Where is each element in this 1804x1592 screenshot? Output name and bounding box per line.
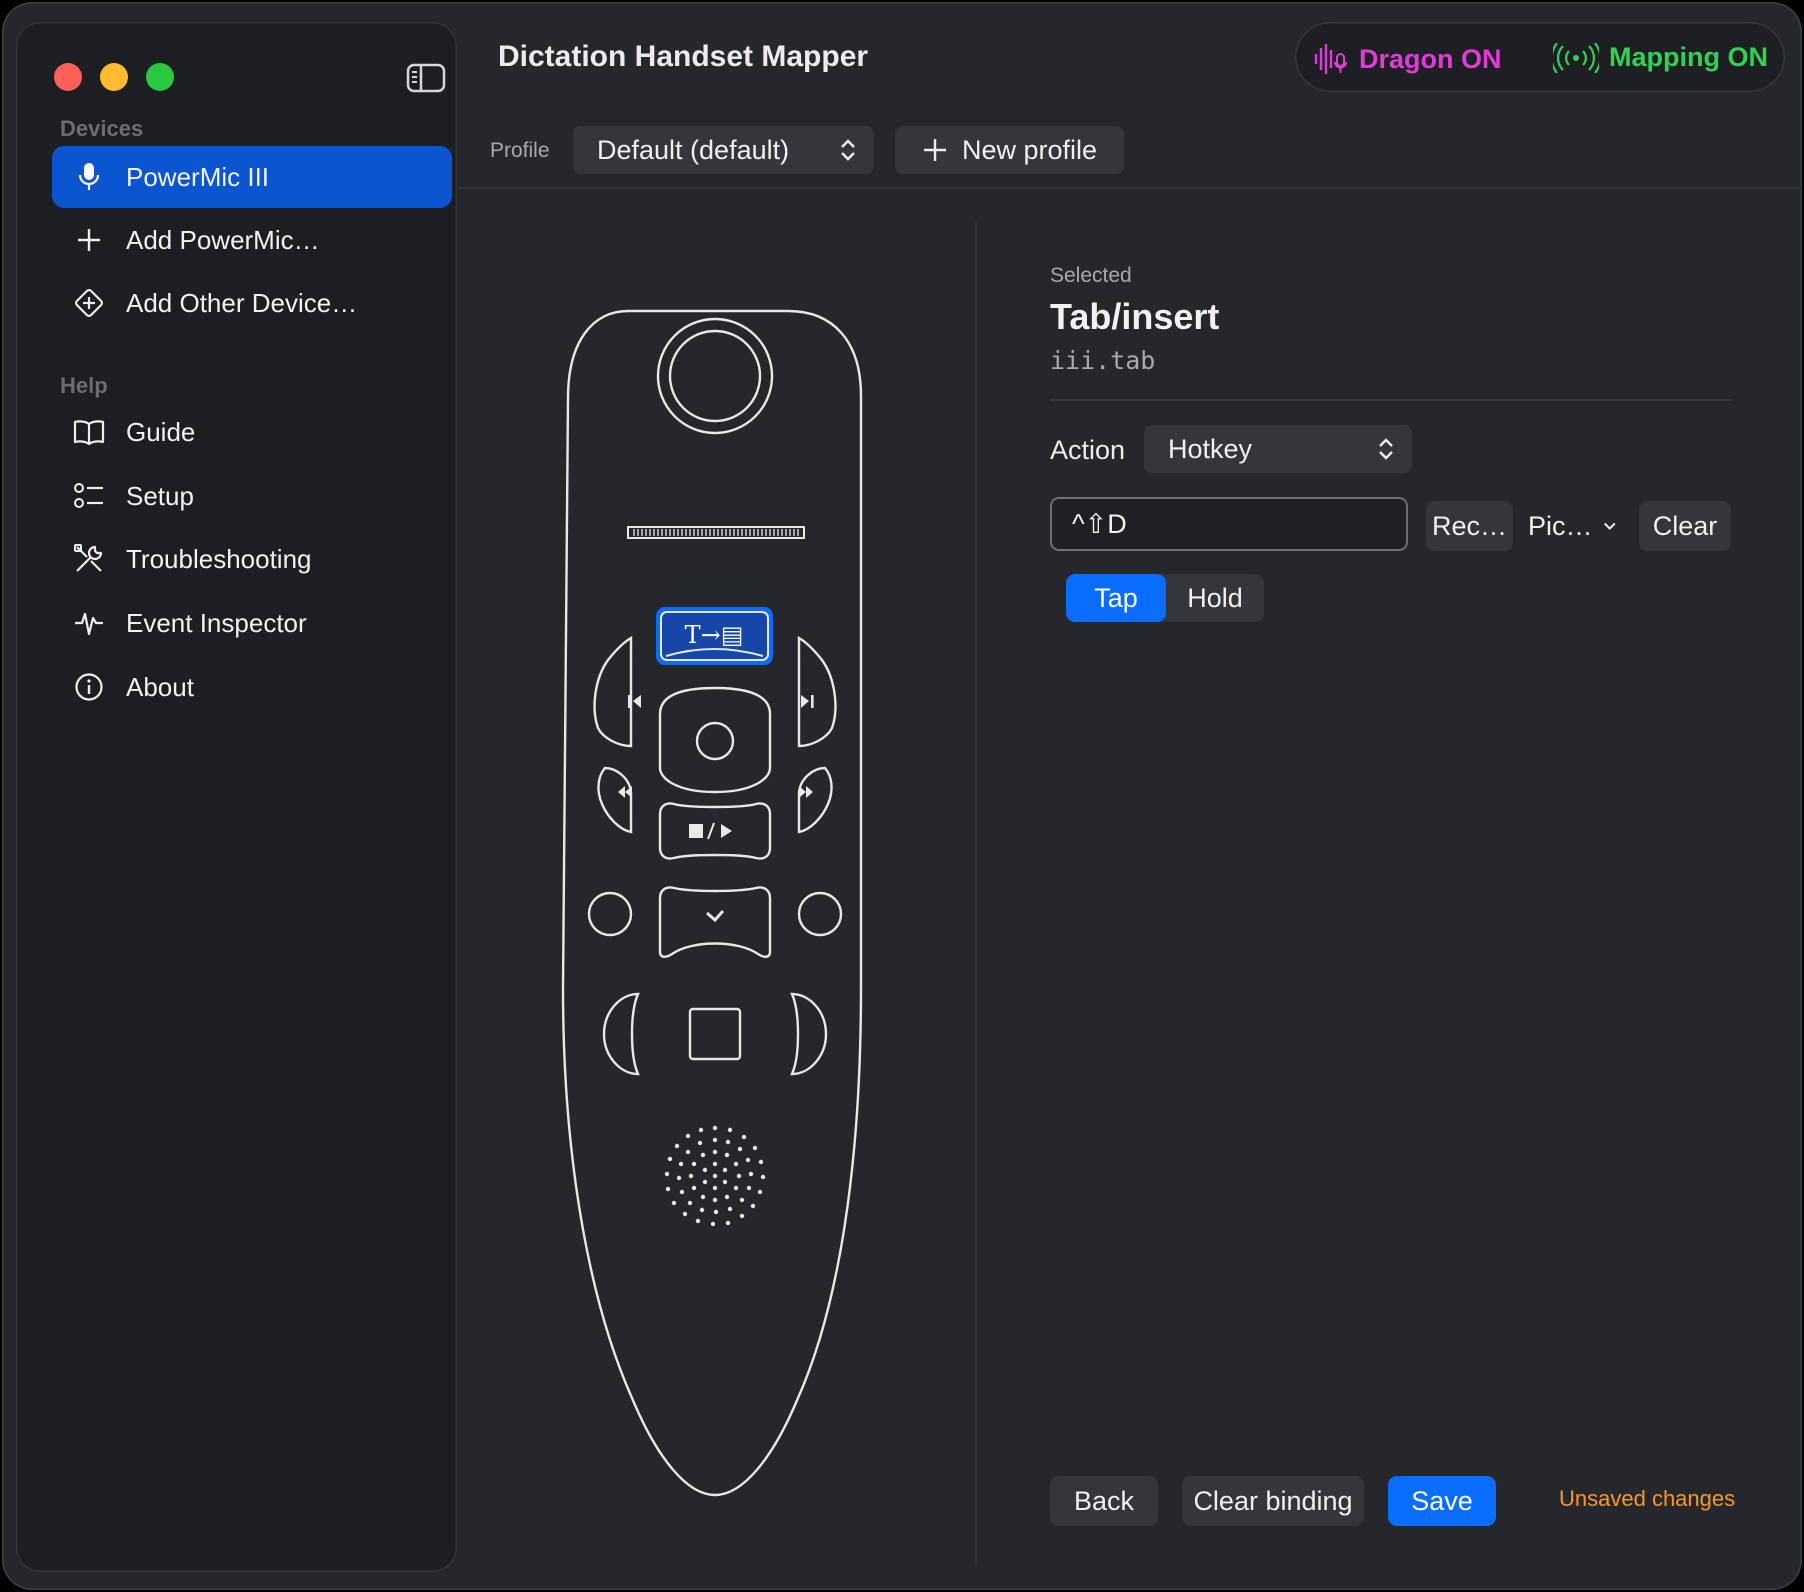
diamond-plus-icon [72,286,106,320]
profile-select-value: Default (default) [597,134,790,165]
mapping-status[interactable]: Mapping ON [1553,42,1768,73]
waveform-icon [72,606,106,640]
powermic-device-illustration: T→▤ [561,309,863,1497]
sidebar-item-label: Event Inspector [126,607,307,638]
thumb-trackball [656,317,774,435]
waveform-mic-icon [1314,44,1347,74]
fast-forward-button [797,766,833,834]
info-icon [72,670,106,704]
sidebar-item-about[interactable]: About [52,656,452,718]
right-circle-button [797,891,843,937]
broadcast-icon [1553,42,1599,73]
sidebar-item-label: About [126,671,194,702]
hotkey-field[interactable]: ^⇧D [1050,497,1408,551]
tab-insert-button[interactable]: T→▤ [656,607,773,665]
sidebar-item-label: PowerMic III [126,161,270,192]
window-minimize-button[interactable] [100,63,128,91]
segment-hold[interactable]: Hold [1166,574,1264,622]
enter-button [658,886,772,958]
up-down-chevron-icon [1379,438,1393,460]
back-button[interactable]: Back [1050,1476,1158,1526]
sidebar-item-add-other-device[interactable]: Add Other Device… [52,272,452,334]
window-close-button[interactable] [54,63,82,91]
new-profile-button[interactable]: New profile [895,126,1124,174]
sidebar-item-label: Guide [126,416,196,447]
panel-divider [975,222,977,1564]
sidebar-item-event-inspector[interactable]: Event Inspector [52,592,452,654]
rewind-button [597,766,633,834]
sidebar-toggle-icon[interactable] [406,62,446,94]
left-side-button [602,992,640,1076]
unsaved-changes-notice: Unsaved changes [1559,1486,1736,1511]
header-divider [459,187,1802,189]
save-button[interactable]: Save [1388,1476,1496,1526]
segment-tap[interactable]: Tap [1066,574,1166,622]
action-select[interactable]: Hotkey [1144,425,1412,473]
tab-insert-glyph: T→▤ [685,621,744,649]
center-button [695,721,735,761]
plus-icon [72,223,106,257]
section-label-devices: Devices [60,116,144,141]
clear-hotkey-button[interactable]: Clear [1639,501,1731,551]
app-window: Devices PowerMic III Add PowerMic… Add O… [2,2,1802,1590]
square-button [688,1007,742,1061]
dragon-status[interactable]: Dragon ON [1313,42,1502,76]
mapping-status-label: Mapping ON [1609,42,1768,72]
previous-track-button [593,635,633,748]
chevron-down-icon [1603,522,1616,530]
sidebar: Devices PowerMic III Add PowerMic… Add O… [16,22,457,1572]
pick-hotkey-menu[interactable]: Pic… [1528,501,1616,551]
right-side-button [790,992,828,1076]
stop-play-button [658,802,772,860]
clear-binding-button[interactable]: Clear binding [1182,1476,1364,1526]
action-select-value: Hotkey [1168,433,1253,464]
next-track-button [797,635,837,748]
sidebar-item-label: Setup [126,480,194,511]
speaker-grille [664,1125,766,1227]
record-hotkey-button[interactable]: Rec… [1426,501,1513,551]
profile-label: Profile [490,139,550,162]
checklist-icon [72,479,106,513]
selected-label: Selected [1050,264,1132,287]
device-outline [561,309,863,1497]
sidebar-item-guide[interactable]: Guide [52,401,452,463]
profile-select[interactable]: Default (default) [573,126,874,174]
sidebar-item-label: Add PowerMic… [126,224,320,255]
tap-hold-segmented-control: Tap Hold [1066,574,1264,622]
center-pad [658,686,772,794]
pick-label: Pic… [1528,510,1593,541]
sidebar-item-troubleshooting[interactable]: Troubleshooting [52,528,452,590]
selected-button-id: iii.tab [1050,346,1156,375]
panel-separator [1050,399,1730,401]
plus-icon [923,139,946,161]
sidebar-item-label: Troubleshooting [126,543,312,574]
microphone-icon [72,160,106,194]
section-label-help: Help [60,373,108,398]
sidebar-item-setup[interactable]: Setup [52,465,452,527]
new-profile-label: New profile [961,134,1098,165]
up-down-chevron-icon [841,139,855,161]
sidebar-item-label: Add Other Device… [126,287,358,318]
sidebar-item-add-powermic[interactable]: Add PowerMic… [52,209,452,271]
tools-icon [72,542,106,576]
dragon-status-label: Dragon ON [1359,43,1502,74]
action-label: Action [1050,435,1126,465]
left-circle-button [587,891,633,937]
book-icon [72,415,106,449]
sidebar-item-powermic-iii[interactable]: PowerMic III [52,146,452,208]
window-zoom-button[interactable] [146,63,174,91]
status-pill: Dragon ON Mapping ON [1295,22,1785,92]
selected-button-title: Tab/insert [1050,296,1220,337]
slide-switch [627,526,805,539]
window-title: Dictation Handset Mapper [498,40,869,73]
